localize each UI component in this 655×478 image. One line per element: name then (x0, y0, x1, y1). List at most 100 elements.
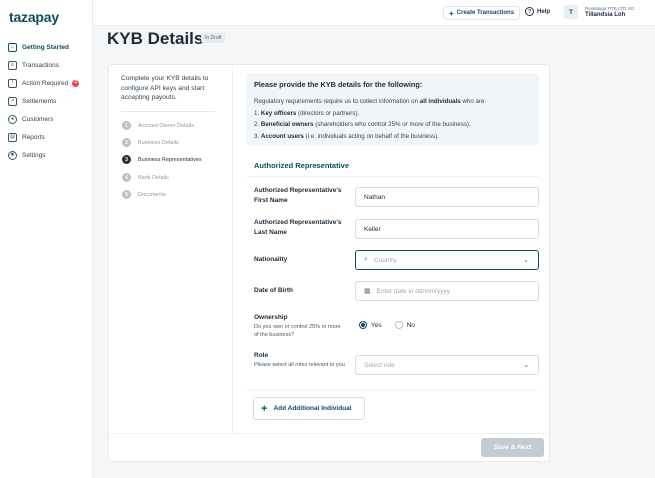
help-button[interactable]: ? Help (525, 7, 550, 16)
sidebar-item-label: Settlements (22, 97, 57, 105)
role-select[interactable]: Select role ⌄ (355, 355, 539, 375)
sidebar-item-reports[interactable]: ▤ Reports (0, 128, 93, 146)
info-item-number: 2. (254, 121, 261, 128)
step-number: 5 (122, 190, 131, 199)
nationality-select[interactable]: ⌕ Country ⌄ (355, 250, 539, 270)
action-count-badge: 4 (72, 79, 80, 87)
sidebar-item-label: Getting Started (22, 43, 69, 51)
role-help-text: Please select all roles relevant to you (254, 362, 345, 368)
step-business-details[interactable]: 2 Business Details (122, 138, 179, 147)
sidebar-item-getting-started[interactable]: ⌂ Getting Started (0, 38, 93, 56)
step-business-representatives[interactable]: 3 Business Representatives (122, 155, 202, 164)
first-name-value: Nathan (364, 193, 385, 201)
user-name: Tillandsia Loh (585, 12, 626, 18)
step-label: Account Owner Details (138, 122, 194, 129)
step-label: Business Representatives (138, 156, 202, 163)
sidebar-item-label: Action Required (22, 79, 69, 87)
sidebar-item-customers[interactable]: ● Customers (0, 110, 93, 128)
info-item-title: Key officers (260, 109, 297, 117)
step-label: Documents (138, 191, 166, 198)
step-number: 3 (122, 155, 131, 164)
first-name-label: Authorized Representative's First Name (254, 187, 342, 204)
avatar[interactable]: T (564, 5, 578, 19)
info-text: Regulatory requirements require us to co… (254, 98, 420, 105)
ownership-yes-label: Yes (371, 321, 382, 329)
calendar-icon: ▦ (364, 288, 371, 295)
search-icon: ⌕ (364, 256, 368, 263)
help-label: Help (537, 8, 551, 15)
alert-icon: ! (8, 78, 17, 88)
info-item-number: 1. (254, 109, 261, 117)
divider (109, 433, 549, 434)
ownership-radio-group: Yes No (359, 321, 428, 329)
help-icon: ? (525, 7, 534, 16)
ownership-label: Ownership Do you own or control 25% or m… (254, 313, 346, 339)
divider (246, 176, 539, 177)
sidebar-item-settlements[interactable]: ↗ Settlements (0, 92, 93, 110)
info-intro: Regulatory requirements require us to co… (254, 96, 531, 108)
ownership-no-option[interactable]: No (394, 321, 415, 329)
ownership-title: Ownership (254, 314, 288, 321)
section-title: Authorized Representative (254, 161, 350, 170)
sidebar-item-transactions[interactable]: ≡ Transactions (0, 56, 93, 74)
sidebar-item-label: Transactions (22, 61, 59, 69)
step-account-owner-details[interactable]: 1 Account Owner Details (122, 121, 194, 130)
nationality-label: Nationality (254, 256, 288, 263)
settlements-icon: ↗ (8, 96, 17, 106)
step-label: Bank Details (138, 174, 169, 181)
info-item-title: Account users (260, 132, 304, 140)
top-bar: + Create Transactions ? Help T Revitalog… (93, 0, 655, 26)
ownership-yes-option[interactable]: Yes (359, 321, 382, 329)
radio-unselected[interactable] (394, 321, 403, 329)
intro-text: Complete your KYB details to configure A… (121, 75, 209, 101)
chevron-down-icon: ⌄ (523, 257, 529, 264)
step-number: 2 (122, 138, 131, 147)
first-name-field[interactable]: Nathan (355, 187, 539, 207)
info-text-bold: all individuals (419, 98, 461, 105)
reports-icon: ▤ (8, 132, 17, 142)
last-name-field[interactable]: Keller (355, 219, 539, 239)
ownership-help-text: Do you own or control 25% or more of the… (254, 324, 341, 338)
step-documents[interactable]: 5 Documents (122, 190, 166, 199)
info-item-number: 3. (254, 132, 261, 140)
sidebar: tazapay ⌂ Getting Started ≡ Transactions… (0, 0, 93, 478)
page-title: KYB Details (107, 29, 204, 48)
info-item: 2. Beneficial owners (shareholders who c… (254, 119, 531, 131)
create-transactions-button[interactable]: + Create Transactions (443, 6, 521, 20)
step-label: Business Details (138, 139, 179, 146)
transactions-icon: ≡ (8, 60, 17, 70)
sidebar-nav: ⌂ Getting Started ≡ Transactions ! Actio… (0, 38, 93, 164)
step-bank-details[interactable]: 4 Bank Details (122, 173, 169, 182)
tazapay-logo[interactable]: tazapay (9, 9, 59, 25)
last-name-value: Keller (364, 225, 381, 233)
add-additional-individual-button[interactable]: + Add Additional Individual (253, 397, 365, 420)
home-icon: ⌂ (8, 42, 17, 52)
user-menu[interactable]: Revitalogic PTE LTD SG Tillandsia Loh (585, 6, 634, 18)
info-heading: Please provide the KYB details for the f… (254, 80, 423, 89)
info-item-title: Beneficial owners (260, 121, 314, 128)
last-name-label: Authorized Representative's Last Name (254, 219, 342, 236)
sidebar-item-action-required[interactable]: ! Action Required 4 (0, 74, 93, 92)
dob-placeholder: Enter date in dd/mm/yyyy (376, 287, 450, 295)
dob-field[interactable]: ▦ Enter date in dd/mm/yyyy (355, 281, 539, 301)
kyb-card: Complete your KYB details to configure A… (108, 64, 550, 462)
gear-icon: ✺ (8, 150, 17, 160)
radio-selected[interactable] (359, 321, 367, 329)
role-title: Role (254, 352, 269, 359)
divider (246, 389, 539, 390)
info-text: who are: (460, 98, 487, 105)
info-item-text: (directors or partners), (296, 109, 360, 117)
status-badge: In Draft (201, 33, 226, 43)
plus-icon: + (261, 402, 268, 415)
ownership-no-label: No (406, 321, 415, 329)
role-label: Role Please select all roles relevant to… (254, 351, 346, 370)
save-next-button[interactable]: Save & Next (481, 438, 544, 457)
sidebar-item-label: Settings (22, 151, 46, 159)
info-item: 1. Key officers (directors or partners), (254, 108, 531, 120)
divider (121, 111, 215, 112)
sidebar-item-label: Reports (22, 133, 45, 141)
step-number: 1 (122, 121, 131, 130)
sidebar-item-label: Customers (22, 115, 54, 123)
sidebar-item-settings[interactable]: ✺ Settings (0, 146, 93, 164)
add-individual-label: Add Additional Individual (273, 405, 352, 412)
